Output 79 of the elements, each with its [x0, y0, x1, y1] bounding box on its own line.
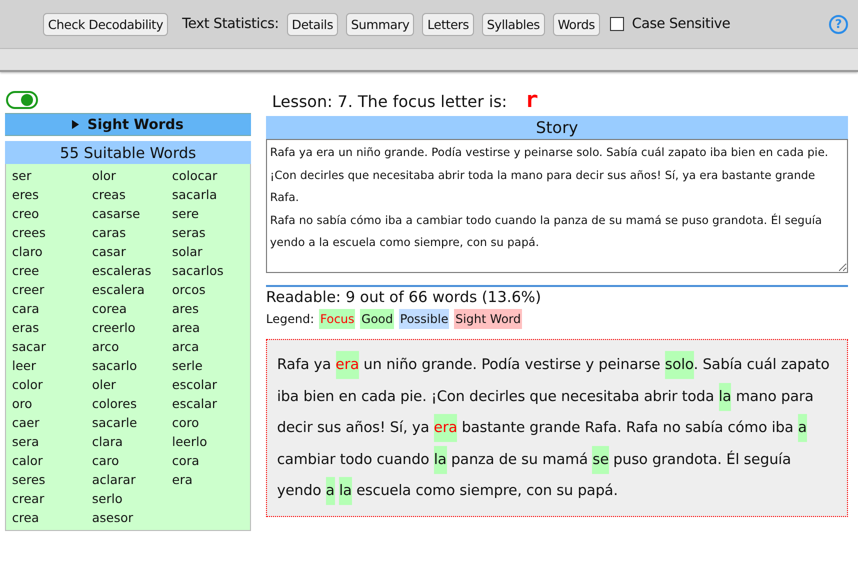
word-item: corea	[92, 300, 128, 318]
statistics-button[interactable]: Syllables	[482, 12, 545, 36]
word-item: sacarlo	[92, 357, 138, 375]
word-item: caer	[12, 414, 40, 432]
expand-triangle-icon	[72, 120, 80, 129]
word-item: claro	[12, 243, 44, 261]
word-item: creerlo	[92, 319, 136, 337]
suitable-words-title: 55 Suitable Words	[5, 141, 251, 164]
word-item: creo	[12, 205, 40, 223]
word-item: aclarar	[92, 471, 137, 489]
word-item: sacarlos	[172, 262, 224, 280]
word-item: cara	[12, 300, 40, 318]
statistics-button[interactable]: Details	[286, 12, 338, 36]
word-item: eras	[12, 319, 40, 337]
word-item: orcos	[172, 281, 207, 299]
word-item: sera	[12, 433, 40, 451]
analyzed-story-text: Rafa ya era un niño grande. Podía vestirse y peinarse solo. Sabía cuál zapato iba bien en cada pie. ¡Con decirles que necesitaba abrir toda la mano para decir sus años! Sí, ya era bastante grande Rafa. Rafa no sabía cómo iba a cambiar todo cuando la panza de su mamá se puso grandota. Él seguía yendo a la escuela como siempre, con su papá.	[266, 339, 848, 516]
toggle-switch[interactable]	[6, 91, 38, 109]
word-item: sacarle	[92, 414, 138, 432]
statistics-button[interactable]: Summary	[346, 12, 414, 36]
word-item: crear	[12, 490, 46, 508]
word-item: asesor	[92, 509, 134, 527]
word-item: era	[172, 471, 194, 489]
word-item: seras	[172, 224, 207, 242]
text-statistics-label: Text Statistics:	[182, 16, 279, 32]
word-item: leerlo	[172, 433, 208, 451]
word-item: creer	[12, 281, 46, 299]
word-item: sacarla	[172, 186, 218, 204]
lesson-label: Lesson: 7. The focus letter is:	[272, 92, 508, 111]
legend-item: Possible	[399, 309, 450, 329]
story-title: Story	[266, 116, 848, 139]
word-item: coro	[172, 414, 200, 432]
word-item: solar	[172, 243, 204, 261]
word-item: escalar	[172, 395, 218, 413]
word-item: clara	[92, 433, 124, 451]
word-item: caro	[92, 452, 120, 470]
word-item: casar	[92, 243, 127, 261]
word-item: eres	[12, 186, 40, 204]
case-sensitive-checkbox[interactable]	[610, 17, 624, 31]
word-item: creas	[92, 186, 127, 204]
legend-item: Sight Word	[454, 309, 522, 329]
word-item: escolar	[172, 376, 218, 394]
word-item: crea	[12, 509, 40, 527]
word-item: escalera	[92, 281, 146, 299]
word-item: oro	[12, 395, 34, 413]
check-decodability-button[interactable]: Check Decodability	[43, 12, 168, 36]
word-item: calor	[12, 452, 44, 470]
legend-item: Focus	[319, 309, 356, 329]
word-item: serle	[172, 357, 204, 375]
word-item: caras	[92, 224, 127, 242]
word-item: colores	[92, 395, 138, 413]
word-item: olor	[92, 167, 117, 185]
statistics-button[interactable]: Letters	[422, 12, 474, 36]
word-item: sere	[172, 205, 200, 223]
word-item: leer	[12, 357, 37, 375]
story-text-field[interactable]: Rafa ya era un niño grande. Podía vestirse y peinarse solo. Sabía cuál zapato iba bien en cada pie. ¡Con decirles que necesitaba abrir toda la mano para decir sus años! Sí, ya era bastante grande Rafa. Rafa no sabía cómo iba a cambiar todo cuando la panza de su mamá se puso grandota. Él seguía yendo a la escuela como siempre, con su papá.	[266, 139, 848, 273]
word-item: escaleras	[92, 262, 152, 280]
word-item: serlo	[92, 490, 124, 508]
word-item: area	[172, 319, 201, 337]
statistics-button[interactable]: Words	[552, 12, 600, 36]
word-item: ares	[172, 300, 200, 318]
word-item: arco	[92, 338, 120, 356]
word-item: casarse	[92, 205, 142, 223]
word-item: cora	[172, 452, 200, 470]
word-item: crees	[12, 224, 47, 242]
legend-item: Good	[360, 309, 394, 329]
word-item: cree	[12, 262, 40, 280]
legend-label: Legend:	[266, 312, 314, 326]
word-item: sacar	[12, 338, 47, 356]
word-item: color	[12, 376, 44, 394]
word-item: oler	[92, 376, 117, 394]
focus-letter: r	[525, 88, 538, 113]
case-sensitive-label: Case Sensitive	[632, 16, 730, 32]
word-item: seres	[12, 471, 46, 489]
readable-summary: Readable: 9 out of 66 words (13.6%)	[266, 285, 848, 306]
word-item: colocar	[172, 167, 218, 185]
word-item: arca	[172, 338, 200, 356]
word-item: ser	[12, 167, 32, 185]
sight-words-header[interactable]: Sight Words	[5, 113, 251, 136]
